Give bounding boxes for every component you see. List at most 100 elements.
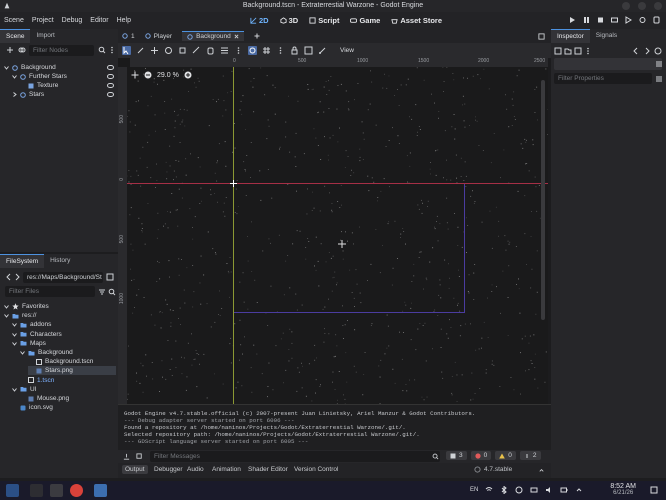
browser-icon[interactable] bbox=[70, 484, 83, 497]
add-node-icon[interactable] bbox=[6, 46, 14, 54]
clear-output-icon[interactable] bbox=[123, 453, 130, 460]
canvas-viewport[interactable] bbox=[118, 58, 548, 404]
keyboard-layout[interactable]: EN bbox=[470, 487, 478, 493]
wifi-icon[interactable] bbox=[485, 486, 493, 494]
close-icon[interactable] bbox=[234, 34, 239, 39]
show-desktop-icon[interactable] bbox=[650, 486, 658, 494]
path-field[interactable]: res://Maps/Background/St bbox=[23, 272, 103, 283]
file-tree-item[interactable]: Characters bbox=[12, 330, 62, 339]
copy-icon[interactable] bbox=[136, 453, 143, 460]
view-menu[interactable]: View bbox=[340, 47, 354, 54]
split-mode-icon[interactable] bbox=[106, 273, 114, 281]
chevron-down-icon[interactable] bbox=[4, 304, 9, 309]
warning-count-toggle[interactable]: 0 bbox=[495, 451, 516, 460]
tab-scene[interactable]: Scene bbox=[0, 29, 31, 43]
tab-inspector[interactable]: Inspector bbox=[551, 29, 590, 43]
zoom-level[interactable]: 29.0 % bbox=[157, 72, 179, 79]
workspace-2d[interactable]: 2D bbox=[246, 14, 273, 27]
snap-toggle-icon[interactable] bbox=[248, 46, 257, 55]
tab-signals[interactable]: Signals bbox=[590, 29, 623, 43]
tab-output[interactable]: Output bbox=[122, 465, 148, 474]
visibility-eye-icon[interactable] bbox=[107, 92, 114, 97]
tab-debugger[interactable]: Debugger bbox=[151, 465, 186, 474]
pan-tool-icon[interactable] bbox=[206, 46, 215, 55]
menu-icon[interactable] bbox=[584, 47, 592, 55]
back-icon[interactable] bbox=[5, 273, 13, 281]
bluetooth-icon[interactable] bbox=[500, 486, 508, 494]
workspace-game[interactable]: Game bbox=[346, 14, 384, 27]
visibility-eye-icon[interactable] bbox=[107, 74, 114, 79]
file-tree-item[interactable]: Stars.png bbox=[28, 366, 116, 376]
play-custom-icon[interactable] bbox=[639, 16, 646, 24]
scene-node[interactable]: Further Stars bbox=[12, 72, 67, 81]
file-tree-item[interactable]: Mouse.png bbox=[20, 394, 69, 403]
more-options-icon[interactable] bbox=[234, 46, 243, 55]
lock-icon[interactable] bbox=[290, 46, 299, 55]
log-count-toggle[interactable]: 3 bbox=[446, 451, 467, 460]
chevron-down-icon[interactable] bbox=[4, 313, 9, 318]
workspace-3d[interactable]: 3D bbox=[276, 14, 303, 27]
list-select-icon[interactable] bbox=[220, 46, 229, 55]
scene-node[interactable]: Stars bbox=[12, 90, 44, 99]
filter-nodes-input[interactable]: Filter Nodes bbox=[29, 45, 94, 56]
terminal-icon[interactable] bbox=[30, 484, 43, 497]
file-tree-item[interactable]: icon.svg bbox=[12, 403, 53, 412]
link-icon[interactable] bbox=[18, 46, 26, 54]
file-tree-item[interactable]: Background bbox=[20, 348, 73, 357]
tab-version-control[interactable]: Version Control bbox=[291, 465, 341, 474]
new-resource-icon[interactable] bbox=[554, 47, 562, 55]
workspace-script[interactable]: Script bbox=[305, 14, 343, 27]
menu-scene[interactable]: Scene bbox=[0, 17, 28, 24]
stop-icon[interactable] bbox=[597, 16, 604, 24]
file-tree-item[interactable]: Background.tscn bbox=[28, 357, 93, 366]
file-tree-item[interactable]: 1.tscn bbox=[20, 376, 54, 385]
object-tools-icon[interactable] bbox=[655, 60, 663, 68]
scene-tab-player[interactable]: Player bbox=[144, 33, 172, 40]
filter-properties-input[interactable]: Filter Properties bbox=[554, 73, 652, 84]
battery-icon[interactable] bbox=[560, 486, 568, 494]
chevron-right-icon[interactable] bbox=[12, 92, 17, 97]
tab-audio[interactable]: Audio bbox=[184, 465, 207, 474]
distraction-free-icon[interactable] bbox=[538, 33, 545, 40]
chevron-down-icon[interactable] bbox=[12, 387, 17, 392]
rotate-tool-icon[interactable] bbox=[164, 46, 173, 55]
file-tree-item[interactable]: res:// bbox=[4, 311, 36, 320]
error-count-toggle[interactable]: 0 bbox=[470, 451, 492, 460]
scene-tab-1[interactable]: 1 bbox=[122, 33, 135, 40]
tab-animation[interactable]: Animation bbox=[209, 465, 244, 474]
minimize-icon[interactable] bbox=[622, 2, 630, 10]
history-forward-icon[interactable] bbox=[643, 47, 651, 55]
grid-snap-icon[interactable] bbox=[262, 46, 271, 55]
file-tree-item[interactable]: Favorites bbox=[4, 302, 49, 311]
file-tree-item[interactable]: addons bbox=[12, 320, 51, 329]
object-history-icon[interactable] bbox=[654, 47, 662, 55]
add-tab-icon[interactable] bbox=[254, 33, 260, 39]
vertical-scrollbar[interactable] bbox=[541, 80, 545, 320]
pause-icon[interactable] bbox=[583, 16, 590, 24]
search-options-icon[interactable] bbox=[98, 46, 106, 54]
open-folder-icon[interactable] bbox=[564, 47, 572, 55]
pencil-icon[interactable] bbox=[136, 46, 145, 55]
file-tree-item[interactable]: Maps bbox=[12, 339, 46, 348]
chevron-down-icon[interactable] bbox=[12, 341, 17, 346]
chevron-down-icon[interactable] bbox=[12, 322, 17, 328]
tab-filesystem[interactable]: FileSystem bbox=[0, 254, 45, 268]
select-tool-icon[interactable] bbox=[122, 46, 131, 55]
visibility-eye-icon[interactable] bbox=[107, 83, 114, 88]
center-view-icon[interactable] bbox=[131, 71, 139, 79]
filter-files-input[interactable]: Filter Files bbox=[5, 286, 95, 297]
app-launcher-icon[interactable] bbox=[6, 484, 19, 497]
chevron-down-icon[interactable] bbox=[12, 74, 17, 79]
clock[interactable]: 8:52 AM 6/21/26 bbox=[610, 483, 636, 496]
move-tool-icon[interactable] bbox=[150, 46, 159, 55]
scale-tool-icon[interactable] bbox=[178, 46, 187, 55]
scene-tab-background[interactable]: Background bbox=[182, 31, 244, 41]
zoom-in-icon[interactable] bbox=[184, 71, 192, 79]
zoom-out-icon[interactable] bbox=[144, 71, 152, 79]
group-icon[interactable] bbox=[304, 46, 313, 55]
godot-app-icon[interactable] bbox=[94, 484, 107, 497]
info-count-toggle[interactable]: 2 bbox=[519, 451, 541, 460]
skeleton-icon[interactable] bbox=[318, 46, 327, 55]
volume-icon[interactable] bbox=[545, 486, 553, 494]
scene-node[interactable]: Background bbox=[4, 63, 56, 72]
